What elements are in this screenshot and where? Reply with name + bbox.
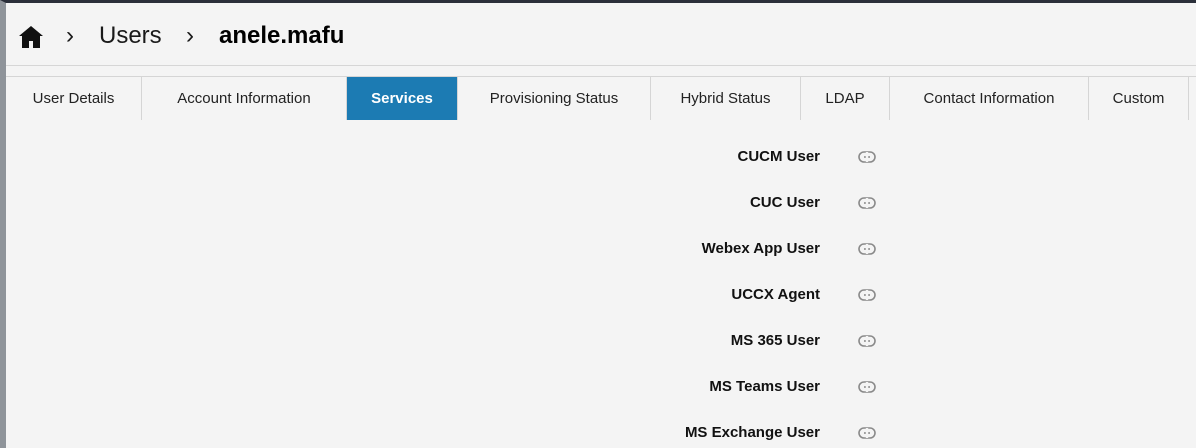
services-panel: CUCM User CUC User Webex App User UCCX A… [6,120,1196,448]
service-row-webex-app-user: Webex App User [6,237,1196,261]
tab-label: Provisioning Status [489,90,619,107]
page-header: › Users › anele.mafu [6,3,1196,65]
page-title: anele.mafu [219,22,345,49]
header-divider [6,65,1196,66]
tab-provisioning-status[interactable]: Provisioning Status [458,77,651,120]
tab-account-information[interactable]: Account Information [142,77,347,120]
service-row-ms-365-user: MS 365 User [6,329,1196,353]
service-label: Webex App User [701,240,820,257]
service-row-cuc-user: CUC User [6,191,1196,215]
tab-user-details[interactable]: User Details [6,77,142,120]
tab-label: Account Information [177,90,311,107]
service-label: MS Teams User [709,378,820,395]
service-row-ms-exchange-user: MS Exchange User [6,421,1196,445]
link-icon[interactable] [858,334,876,348]
tab-label: Services [371,90,433,107]
chevron-right-icon: › [186,22,194,49]
service-label: CUC User [749,194,820,211]
tab-contact-information[interactable]: Contact Information [890,77,1089,120]
tab-services[interactable]: Services [347,77,458,120]
service-label: MS 365 User [730,332,820,349]
service-label: UCCX Agent [731,286,820,303]
service-row-ms-teams-user: MS Teams User [6,375,1196,399]
app-frame: › Users › anele.mafu User Details Accoun… [0,0,1196,448]
tab-custom[interactable]: Custom [1089,77,1189,120]
link-icon[interactable] [858,380,876,394]
tab-hybrid-status[interactable]: Hybrid Status [651,77,801,120]
service-label: CUCM User [737,148,820,165]
link-icon[interactable] [858,288,876,302]
home-icon[interactable] [18,25,44,49]
breadcrumb-users-link[interactable]: Users [99,22,162,50]
link-icon[interactable] [858,150,876,164]
link-icon[interactable] [858,426,876,440]
chevron-right-icon: › [66,22,74,49]
tab-label: Custom [1112,90,1165,107]
tab-ldap[interactable]: LDAP [801,77,890,120]
tab-label: Hybrid Status [680,90,771,107]
service-label: MS Exchange User [684,424,820,441]
tab-label: LDAP [825,90,865,107]
service-row-uccx-agent: UCCX Agent [6,283,1196,307]
service-row-cucm-user: CUCM User [6,145,1196,169]
link-icon[interactable] [858,242,876,256]
tab-label: Contact Information [923,90,1055,107]
tab-bar: User Details Account Information Service… [6,76,1196,121]
tab-label: User Details [32,90,115,107]
link-icon[interactable] [858,196,876,210]
